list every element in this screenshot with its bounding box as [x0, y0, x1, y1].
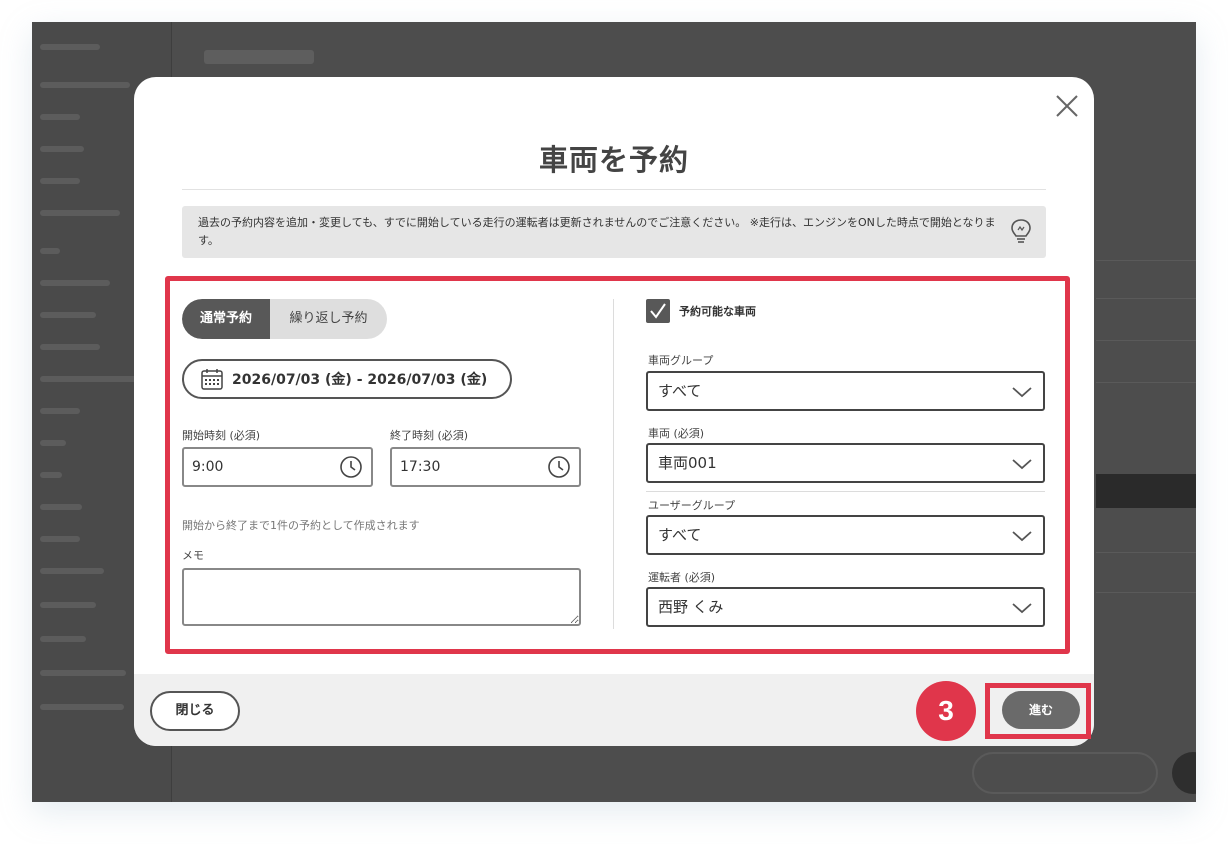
- notice-text: 過去の予約内容を追加・変更しても、すでに開始している走行の運転者は更新されません…: [198, 216, 996, 247]
- bg-placeholder: [40, 408, 80, 414]
- step-number-badge: 3: [916, 681, 976, 741]
- bg-placeholder: [40, 440, 66, 446]
- bg-placeholder: [1096, 298, 1196, 299]
- notice-banner: 過去の予約内容を追加・変更しても、すでに開始している走行の運転者は更新されません…: [182, 206, 1046, 258]
- bg-placeholder: [1096, 340, 1196, 341]
- bg-placeholder: [40, 472, 62, 478]
- bg-placeholder: [40, 376, 140, 382]
- bg-placeholder: [204, 50, 314, 64]
- bg-placeholder: [1096, 592, 1196, 593]
- bg-placeholder: [40, 114, 80, 120]
- bg-placeholder: [40, 504, 82, 510]
- bg-placeholder: [40, 146, 84, 152]
- lightbulb-icon: [1011, 219, 1031, 243]
- bg-placeholder: [1096, 260, 1196, 261]
- bg-placeholder: [1172, 752, 1196, 794]
- bg-placeholder: [40, 568, 104, 574]
- bg-placeholder: [40, 602, 96, 608]
- bg-placeholder: [40, 704, 124, 710]
- bg-placeholder: [972, 752, 1158, 794]
- bg-placeholder: [40, 248, 60, 254]
- bg-placeholder: [40, 44, 100, 50]
- close-icon[interactable]: [1054, 93, 1080, 119]
- bg-placeholder: [40, 280, 110, 286]
- bg-placeholder: [40, 312, 96, 318]
- bg-placeholder: [40, 636, 86, 642]
- bg-placeholder: [40, 670, 126, 676]
- bg-placeholder: [40, 210, 120, 216]
- next-button-highlight-frame: [985, 683, 1091, 739]
- bg-placeholder: [40, 536, 80, 542]
- title-divider: [182, 189, 1046, 190]
- bg-placeholder: [40, 82, 130, 88]
- bg-placeholder: [40, 178, 80, 184]
- form-highlight-frame: [165, 276, 1070, 654]
- close-button[interactable]: 閉じる: [150, 691, 240, 731]
- bg-placeholder: [1096, 474, 1196, 508]
- dialog-title: 車両を予約: [538, 143, 689, 177]
- bg-placeholder: [1096, 552, 1196, 553]
- bg-placeholder: [40, 344, 100, 350]
- bg-placeholder: [1096, 382, 1196, 383]
